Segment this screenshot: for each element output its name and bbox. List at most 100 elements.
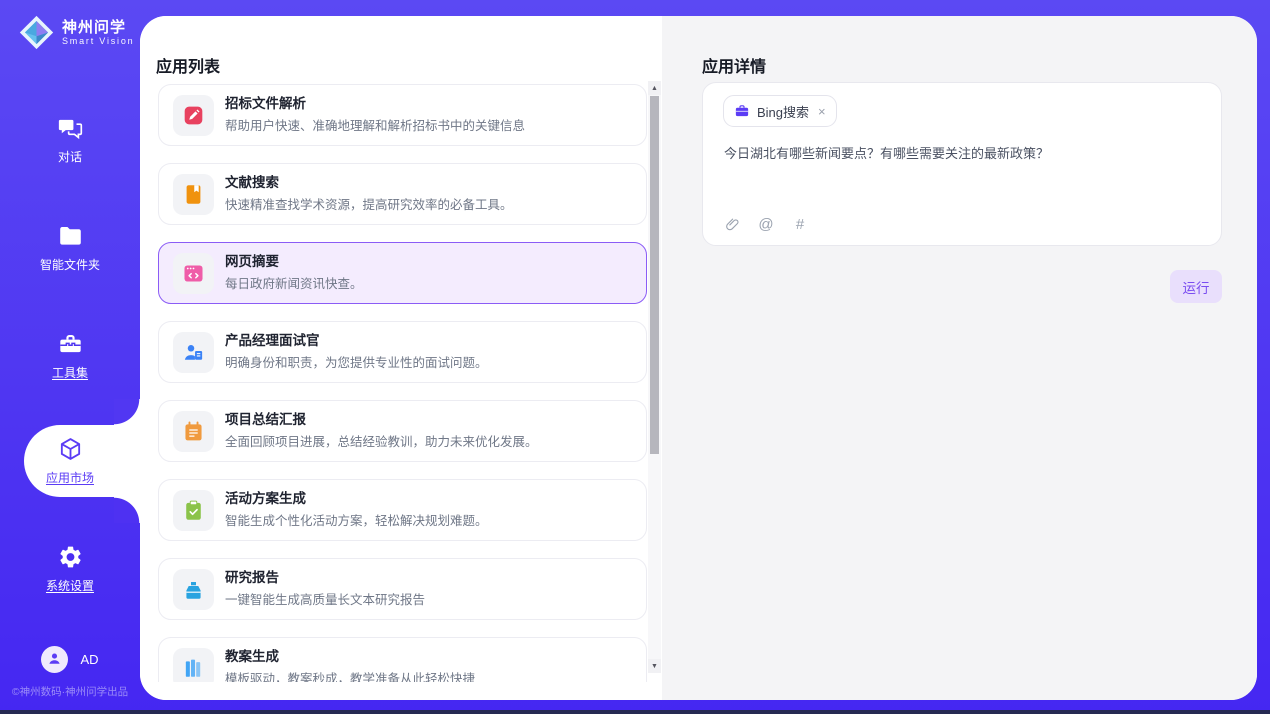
mention-icon[interactable]: @ — [757, 215, 775, 233]
user-label: AD — [80, 652, 98, 667]
browser-code-icon — [182, 262, 205, 285]
sidebar: 神州问学 Smart Vision 对话智能文件夹工具集应用市场系统设置 AD … — [0, 0, 140, 714]
attachment-icon[interactable] — [723, 215, 741, 233]
copyright-text: ©神州数码·神州问学出品 — [0, 684, 140, 699]
app-desc: 一键智能生成高质量长文本研究报告 — [225, 590, 636, 610]
app-list-item[interactable]: 网页摘要每日政府新闻资讯快查。 — [158, 242, 647, 304]
app-list-panel: 应用列表 招标文件解析帮助用户快速、准确地理解和解析招标书中的关键信息文献搜索快… — [140, 16, 662, 700]
sidebar-item-chat[interactable]: 对话 — [0, 104, 140, 176]
cube-icon — [57, 436, 84, 462]
sidebar-item-label: 智能文件夹 — [40, 256, 100, 273]
app-texts: 网页摘要每日政府新闻资讯快查。 — [225, 252, 636, 294]
scroll-up-arrow-icon[interactable]: ▲ — [648, 81, 661, 95]
scrollbar-thumb[interactable] — [650, 96, 659, 454]
tool-chip-label: Bing搜索 — [757, 102, 809, 121]
app-list-item[interactable]: 文献搜索快速精准查找学术资源，提高研究效率的必备工具。 — [158, 163, 647, 225]
book-icon — [182, 183, 205, 206]
app-list-title: 应用列表 — [156, 53, 220, 77]
main-content: 应用列表 招标文件解析帮助用户快速、准确地理解和解析招标书中的关键信息文献搜索快… — [140, 16, 1257, 700]
app-texts: 研究报告一键智能生成高质量长文本研究报告 — [225, 568, 636, 610]
app-name: 网页摘要 — [225, 252, 636, 272]
interviewer-icon — [182, 341, 205, 364]
app-desc: 每日政府新闻资讯快查。 — [225, 274, 636, 294]
app-icon-box — [173, 648, 214, 682]
prompt-input[interactable]: Bing搜索 × 今日湖北有哪些新闻要点？有哪些需要关注的最新政策？ @# — [702, 82, 1222, 246]
app-list-item[interactable]: 研究报告一键智能生成高质量长文本研究报告 — [158, 558, 647, 620]
sidebar-item-label: 工具集 — [52, 364, 88, 381]
sidebar-item-toolset[interactable]: 工具集 — [0, 320, 140, 392]
avatar[interactable] — [41, 646, 68, 673]
user-account[interactable]: AD — [0, 646, 140, 673]
hash-icon[interactable]: # — [791, 215, 809, 233]
brand-name: 神州问学 — [62, 19, 134, 36]
brand-text: 神州问学 Smart Vision — [62, 19, 134, 46]
app-name: 招标文件解析 — [225, 94, 636, 114]
app-texts: 文献搜索快速精准查找学术资源，提高研究效率的必备工具。 — [225, 173, 636, 215]
tool-chip-bing-search[interactable]: Bing搜索 × — [723, 95, 837, 127]
input-toolbar: @# — [723, 215, 809, 233]
app-list-item[interactable]: 招标文件解析帮助用户快速、准确地理解和解析招标书中的关键信息 — [158, 84, 647, 146]
clipboard-check-icon — [182, 499, 205, 522]
app-texts: 活动方案生成智能生成个性化活动方案，轻松解决规划难题。 — [225, 489, 636, 531]
gear-icon — [57, 544, 84, 570]
sidebar-item-settings[interactable]: 系统设置 — [0, 533, 140, 605]
sidebar-item-label: 对话 — [58, 148, 82, 165]
app-icon-box — [173, 332, 214, 373]
app-desc: 帮助用户快速、准确地理解和解析招标书中的关键信息 — [225, 116, 636, 136]
app-texts: 产品经理面试官明确身份和职责，为您提供专业性的面试问题。 — [225, 331, 636, 373]
sidebar-item-label: 系统设置 — [46, 577, 94, 594]
app-icon-box — [173, 174, 214, 215]
app-desc: 快速精准查找学术资源，提高研究效率的必备工具。 — [225, 195, 636, 215]
scroll-down-arrow-icon[interactable]: ▼ — [648, 659, 661, 673]
run-row: 运行 — [702, 270, 1222, 303]
window-bottom-edge — [0, 710, 1270, 714]
run-button[interactable]: 运行 — [1170, 270, 1222, 303]
bubble-fillet-bottom — [114, 497, 140, 523]
app-desc: 智能生成个性化活动方案，轻松解决规划难题。 — [225, 511, 636, 531]
edit-document-icon — [182, 104, 205, 127]
app-name: 教案生成 — [225, 647, 636, 667]
app-name: 活动方案生成 — [225, 489, 636, 509]
brand-logo-icon — [18, 14, 55, 51]
scrollbar[interactable]: ▲ ▼ — [648, 81, 661, 673]
app-list-item[interactable]: 活动方案生成智能生成个性化活动方案，轻松解决规划难题。 — [158, 479, 647, 541]
app-icon-box — [173, 490, 214, 531]
app-texts: 教案生成模板驱动，教案秒成，教学准备从此轻松快捷 — [225, 647, 636, 682]
app-name: 产品经理面试官 — [225, 331, 636, 351]
app-list-item[interactable]: 产品经理面试官明确身份和职责，为您提供专业性的面试问题。 — [158, 321, 647, 383]
query-text[interactable]: 今日湖北有哪些新闻要点？有哪些需要关注的最新政策？ — [724, 144, 1201, 163]
app-icon-box — [173, 95, 214, 136]
bubble-fillet-top — [114, 399, 140, 425]
app-list: 招标文件解析帮助用户快速、准确地理解和解析招标书中的关键信息文献搜索快速精准查找… — [140, 84, 648, 682]
folder-icon — [57, 223, 84, 249]
app-name: 文献搜索 — [225, 173, 636, 193]
app-desc: 全面回顾项目进展，总结经验教训，助力未来优化发展。 — [225, 432, 636, 452]
chat-icon — [57, 115, 84, 141]
sidebar-item-smart-folder[interactable]: 智能文件夹 — [0, 212, 140, 284]
app-name: 研究报告 — [225, 568, 636, 588]
app-window: 神州问学 Smart Vision 对话智能文件夹工具集应用市场系统设置 AD … — [0, 0, 1270, 714]
app-detail-title: 应用详情 — [702, 53, 766, 77]
app-texts: 项目总结汇报全面回顾项目进展，总结经验教训，助力未来优化发展。 — [225, 410, 636, 452]
person-icon — [46, 650, 63, 670]
sidebar-item-app-market[interactable]: 应用市场 — [0, 425, 140, 497]
chip-close-icon[interactable]: × — [818, 104, 826, 119]
app-desc: 明确身份和职责，为您提供专业性的面试问题。 — [225, 353, 636, 373]
ink-bottle-icon — [182, 578, 205, 601]
app-icon-box — [173, 411, 214, 452]
app-desc: 模板驱动，教案秒成，教学准备从此轻松快捷 — [225, 669, 636, 682]
app-list-item[interactable]: 项目总结汇报全面回顾项目进展，总结经验教训，助力未来优化发展。 — [158, 400, 647, 462]
app-list-item[interactable]: 教案生成模板驱动，教案秒成，教学准备从此轻松快捷 — [158, 637, 647, 682]
report-icon — [182, 420, 205, 443]
app-detail-panel: 应用详情 Bing搜索 × 今日湖北有哪些新闻要点？有哪些需要关注的最新政策？ … — [662, 16, 1257, 700]
briefcase-icon — [734, 103, 750, 119]
toolbox-icon — [57, 331, 84, 357]
books-icon — [182, 657, 205, 680]
app-icon-box — [173, 569, 214, 610]
app-icon-box — [173, 253, 214, 294]
app-texts: 招标文件解析帮助用户快速、准确地理解和解析招标书中的关键信息 — [225, 94, 636, 136]
brand: 神州问学 Smart Vision — [0, 14, 140, 51]
brand-subtitle: Smart Vision — [62, 36, 134, 46]
sidebar-item-label: 应用市场 — [46, 469, 94, 486]
app-name: 项目总结汇报 — [225, 410, 636, 430]
